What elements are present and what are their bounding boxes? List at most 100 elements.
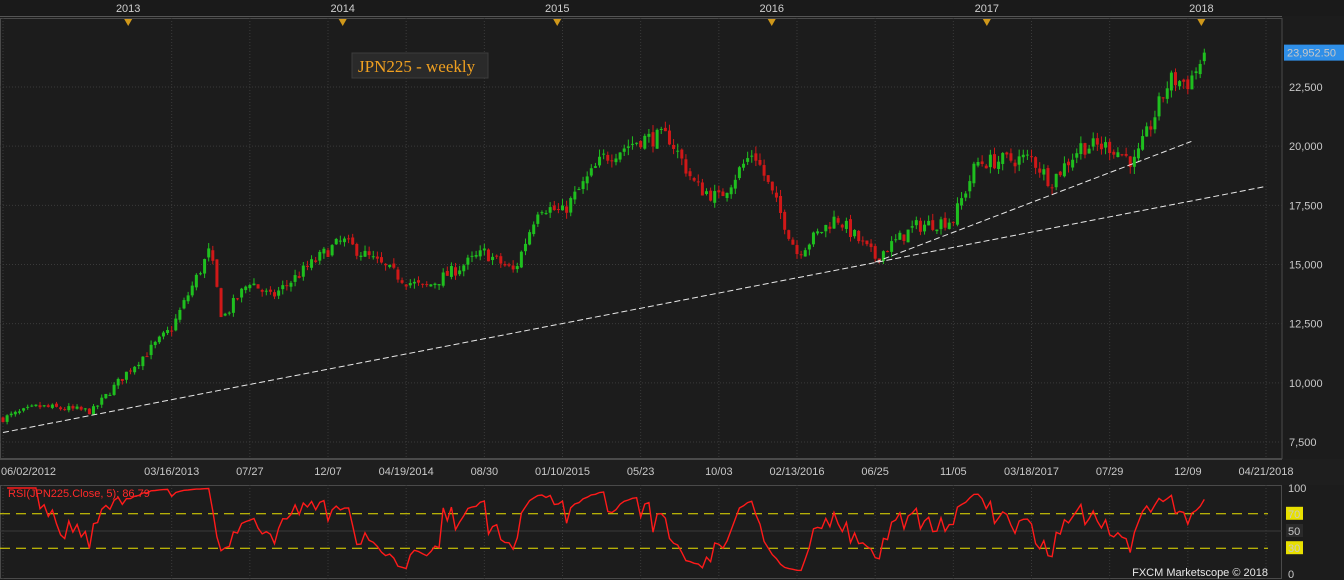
- candle-body: [1169, 72, 1173, 91]
- candle-body: [902, 234, 906, 242]
- candle-body: [997, 161, 1001, 169]
- candle-body: [672, 144, 676, 149]
- candle-body: [1075, 153, 1079, 158]
- candle-body: [244, 286, 248, 291]
- candle-body: [322, 248, 326, 254]
- year-marker-label: 2018: [1189, 3, 1213, 15]
- last-price-label: 23,952.50: [1287, 48, 1336, 60]
- candle-body: [421, 283, 425, 285]
- timeline-strip: [0, 0, 1344, 16]
- candle-body: [1141, 136, 1145, 150]
- date-tick-label: 04/21/2018: [1238, 466, 1293, 478]
- candle-body: [1046, 168, 1050, 187]
- candle-body: [515, 266, 519, 270]
- candle-body: [1153, 117, 1157, 130]
- candle-body: [1112, 151, 1116, 155]
- candle-body: [297, 276, 301, 278]
- candle-body: [659, 128, 663, 130]
- candle-body: [256, 284, 260, 289]
- candle-body: [433, 283, 437, 285]
- candle-body: [733, 179, 737, 189]
- rsi-tick-label: 50: [1288, 526, 1300, 538]
- candle-body: [1034, 157, 1038, 168]
- candle-body: [231, 298, 235, 313]
- candle-body: [408, 283, 412, 286]
- date-tick-label: 04/19/2014: [379, 466, 434, 478]
- candle-body: [540, 212, 544, 214]
- candle-body: [606, 154, 610, 161]
- candle-body: [980, 161, 984, 165]
- candle-body: [984, 165, 988, 169]
- candle-body: [923, 224, 927, 232]
- candle-body: [211, 250, 215, 261]
- candle-body: [548, 207, 552, 213]
- candle-body: [803, 250, 807, 257]
- candle-body: [293, 275, 297, 282]
- candle-body: [240, 288, 244, 298]
- candle-body: [914, 220, 918, 226]
- candle-body: [203, 259, 207, 274]
- price-tick-label: 15,000: [1289, 260, 1323, 272]
- candle-body: [935, 229, 939, 232]
- candle-body: [46, 405, 50, 407]
- candle-body: [816, 231, 820, 234]
- candle-body: [700, 182, 704, 196]
- candle-body: [663, 127, 667, 132]
- date-tick-label: 11/05: [940, 466, 967, 478]
- candle-body: [737, 167, 741, 179]
- candle-body: [643, 135, 647, 149]
- candle-body: [955, 203, 959, 225]
- candle-body: [795, 245, 799, 255]
- chart-canvas: 7,500 10,000 12,500 15,000 17,500 20,000 22,50…: [0, 0, 1344, 580]
- candle-body: [347, 238, 351, 240]
- candle-body: [750, 155, 754, 157]
- candle-body: [248, 285, 252, 289]
- candle-body: [1017, 156, 1021, 165]
- candle-body: [268, 289, 272, 292]
- candle-body: [1009, 153, 1013, 161]
- candle-body: [618, 152, 622, 160]
- rsi-label: RSI(JPN225.Close, 5): 86.79: [8, 488, 150, 500]
- candle-body: [1145, 126, 1149, 137]
- candle-body: [869, 243, 873, 248]
- candle-body: [474, 255, 478, 257]
- candle-body: [1054, 173, 1058, 188]
- candle-body: [63, 409, 67, 411]
- candle-body: [342, 238, 346, 243]
- price-tick-label: 17,500: [1289, 200, 1323, 212]
- date-tick-label: 07/29: [1096, 466, 1124, 478]
- candle-body: [1058, 171, 1062, 176]
- candle-body: [968, 181, 972, 192]
- candle-body: [886, 251, 890, 253]
- candle-body: [1025, 154, 1029, 156]
- candle-body: [1095, 138, 1099, 145]
- candle-body: [696, 181, 700, 183]
- candle-body: [573, 191, 577, 200]
- candle-body: [26, 406, 30, 408]
- candle-body: [141, 356, 145, 367]
- candle-body: [1067, 161, 1071, 166]
- candle-body: [495, 255, 499, 257]
- candle-body: [787, 230, 791, 239]
- candle-body: [848, 219, 852, 238]
- candle-body: [1099, 143, 1103, 150]
- candle-body: [684, 159, 688, 174]
- candle-body: [30, 405, 34, 407]
- candle-body: [1050, 187, 1054, 189]
- chart-title: JPN225 - weekly: [358, 57, 476, 76]
- candle-body: [972, 163, 976, 184]
- candle-body: [499, 256, 503, 264]
- candle-body: [1071, 159, 1075, 168]
- candle-body: [71, 406, 75, 409]
- rsi-tick-label: 100: [1288, 483, 1306, 495]
- candle-body: [1091, 138, 1095, 147]
- candle-body: [219, 288, 223, 318]
- candle-body: [145, 356, 149, 358]
- candle-body: [59, 407, 63, 410]
- candle-body: [964, 193, 968, 198]
- year-marker-label: 2015: [545, 3, 569, 15]
- candle-body: [22, 408, 26, 411]
- candle-body: [536, 214, 540, 224]
- candle-body: [38, 405, 42, 408]
- candle-body: [108, 394, 112, 396]
